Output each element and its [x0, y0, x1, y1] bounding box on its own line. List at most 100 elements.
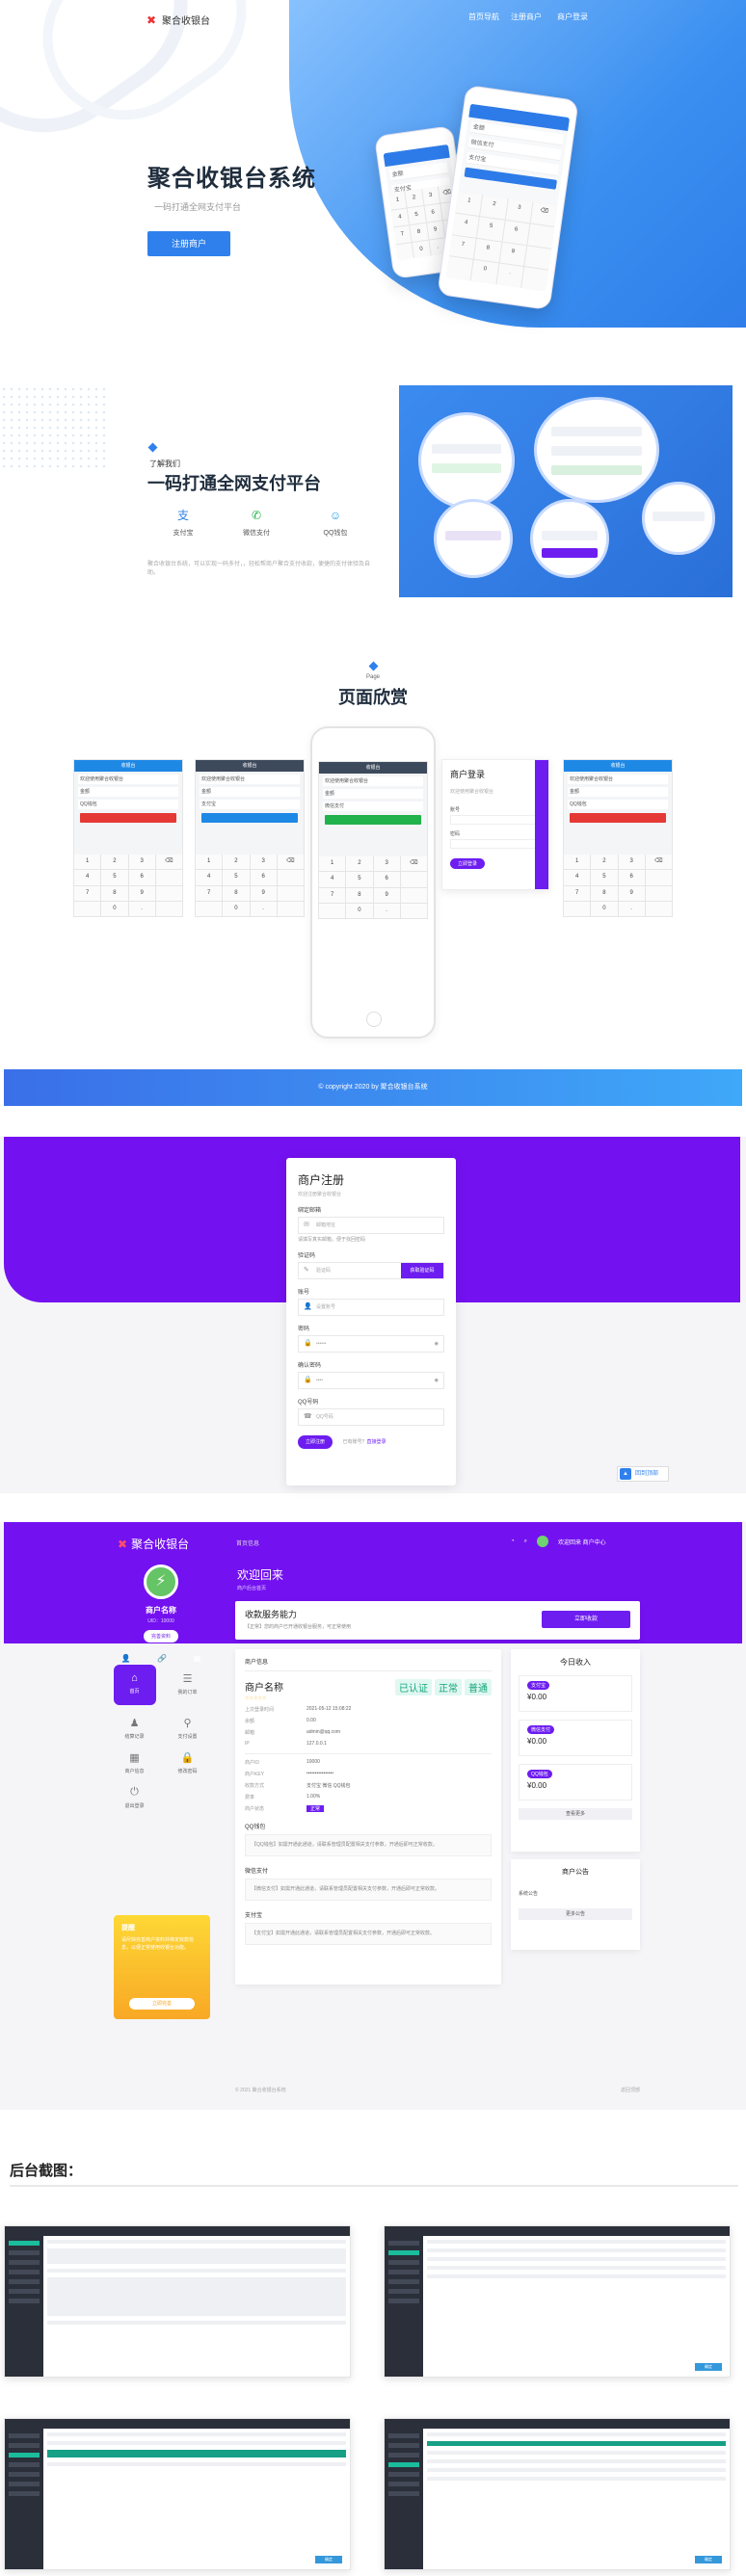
- keypad-key[interactable]: 4: [74, 870, 101, 885]
- login-pass-input[interactable]: [450, 839, 541, 849]
- keypad-key[interactable]: 7: [319, 887, 346, 903]
- confirm-password-field[interactable]: 🔒 •••• ◉: [298, 1372, 444, 1389]
- keypad-key[interactable]: [277, 870, 304, 885]
- footer-link[interactable]: 返回顶部: [621, 2087, 640, 2093]
- keypad-key[interactable]: 1: [74, 854, 101, 870]
- reminder-button[interactable]: 立即完善: [129, 1998, 195, 2010]
- income-more-button[interactable]: 查看更多: [519, 1808, 632, 1820]
- keypad-key[interactable]: 4: [319, 872, 346, 887]
- keypad-key[interactable]: 4: [390, 208, 410, 227]
- nav-register[interactable]: 注册商户: [511, 12, 542, 22]
- keypad-key[interactable]: 8: [346, 887, 373, 903]
- keypad-key[interactable]: [155, 901, 182, 916]
- keypad-key[interactable]: 6: [502, 220, 530, 245]
- keypad-key[interactable]: 2: [346, 856, 373, 872]
- keypad-key[interactable]: 0: [470, 259, 498, 285]
- keypad-key[interactable]: 9: [373, 887, 400, 903]
- menu-item-merchant-info[interactable]: ▦ 商户信息: [108, 1751, 161, 1774]
- login-link[interactable]: 直接登录: [366, 1439, 386, 1445]
- keypad-key[interactable]: .: [128, 901, 155, 916]
- keypad-key[interactable]: [277, 885, 304, 901]
- keypad-key[interactable]: ⌫: [155, 854, 182, 870]
- keypad-key[interactable]: 9: [618, 885, 645, 901]
- keypad-key[interactable]: 6: [250, 870, 277, 885]
- keypad-key[interactable]: 5: [101, 870, 128, 885]
- keypad-key[interactable]: 1: [196, 854, 223, 870]
- keypad-key[interactable]: 4: [564, 870, 591, 885]
- notice-item[interactable]: 系统公告: [519, 1890, 632, 1897]
- keypad-key[interactable]: [395, 243, 414, 261]
- pagination-button[interactable]: 确定: [695, 2363, 722, 2371]
- keypad-key[interactable]: 6: [373, 872, 400, 887]
- pagination-button[interactable]: 确定: [695, 2556, 722, 2563]
- capability-button[interactable]: 立即收款: [542, 1611, 630, 1628]
- user-icon[interactable]: 👤: [121, 1654, 131, 1663]
- user-label[interactable]: 欢迎回来 商户中心: [558, 1538, 606, 1546]
- keypad-key[interactable]: [319, 903, 346, 918]
- keypad-key[interactable]: 8: [591, 885, 618, 901]
- keypad-key[interactable]: [645, 885, 672, 901]
- keypad-key[interactable]: 4: [196, 870, 223, 885]
- keypad-key[interactable]: [520, 267, 548, 292]
- keypad-key[interactable]: 8: [223, 885, 250, 901]
- keypad-key[interactable]: .: [250, 901, 277, 916]
- keypad-key[interactable]: 1: [564, 854, 591, 870]
- menu-item-password[interactable]: 🔒 修改密码: [161, 1751, 214, 1774]
- menu-item-settlement[interactable]: ♟ 结算记录: [108, 1717, 161, 1740]
- keypad-key[interactable]: ⌫: [530, 201, 558, 226]
- keypad-key[interactable]: 0: [223, 901, 250, 916]
- keypad-key[interactable]: 6: [128, 870, 155, 885]
- keypad-key[interactable]: .: [373, 903, 400, 918]
- keypad-key[interactable]: 2: [101, 854, 128, 870]
- keypad-key[interactable]: 5: [477, 216, 505, 241]
- menu-item-logout[interactable]: ⏻ 退出登录: [108, 1786, 161, 1809]
- keypad-key[interactable]: [527, 223, 555, 249]
- keypad-key[interactable]: ⌫: [400, 856, 427, 872]
- keypad-key[interactable]: 2: [405, 189, 423, 208]
- keypad-key[interactable]: 5: [407, 206, 426, 225]
- grid-icon[interactable]: ▦: [194, 1654, 201, 1663]
- keypad-key[interactable]: ⌫: [645, 854, 672, 870]
- keypad-key[interactable]: [400, 903, 427, 918]
- keypad-key[interactable]: 9: [426, 221, 445, 240]
- keypad-key[interactable]: 0: [591, 901, 618, 916]
- send-code-button[interactable]: 获取验证码: [401, 1263, 443, 1278]
- keypad-key[interactable]: [196, 901, 223, 916]
- keypad-key[interactable]: [155, 885, 182, 901]
- keypad-key[interactable]: 7: [564, 885, 591, 901]
- keypad-key[interactable]: 9: [498, 242, 527, 267]
- account-field[interactable]: 👤 设置账号: [298, 1299, 444, 1316]
- keypad-key[interactable]: [155, 870, 182, 885]
- keypad-key[interactable]: 8: [410, 223, 428, 242]
- keypad-key[interactable]: [74, 901, 101, 916]
- keypad-key[interactable]: 3: [250, 854, 277, 870]
- qq-field[interactable]: ☎ QQ号码: [298, 1408, 444, 1426]
- keypad-key[interactable]: 7: [74, 885, 101, 901]
- dashboard-logo[interactable]: ✖ 聚合收银台: [118, 1536, 189, 1552]
- keypad-key[interactable]: 8: [474, 238, 502, 263]
- avatar[interactable]: [537, 1536, 548, 1547]
- keypad-key[interactable]: [523, 245, 552, 270]
- keypad-key[interactable]: ⌫: [277, 854, 304, 870]
- keypad-key[interactable]: 5: [591, 870, 618, 885]
- keypad-key[interactable]: [645, 901, 672, 916]
- keypad-key[interactable]: 6: [424, 203, 442, 223]
- keypad-key[interactable]: 2: [480, 195, 508, 220]
- keypad-key[interactable]: 4: [452, 213, 480, 238]
- back-to-top-button[interactable]: ▲ 回到顶部: [617, 1466, 669, 1482]
- email-field[interactable]: ✉ 邮箱地址: [298, 1217, 444, 1234]
- keypad-key[interactable]: [400, 887, 427, 903]
- keypad-key[interactable]: 1: [455, 191, 483, 216]
- link-icon[interactable]: 🔗: [157, 1654, 167, 1663]
- keypad-key[interactable]: 1: [319, 856, 346, 872]
- bell-icon[interactable]: ◔: [511, 1538, 515, 1544]
- nav-home[interactable]: 首页导航: [468, 12, 499, 22]
- keypad-key[interactable]: 3: [421, 186, 440, 205]
- search-icon[interactable]: ⌕: [524, 1538, 527, 1545]
- menu-item-home[interactable]: ⌂ 首页: [108, 1665, 161, 1705]
- password-field[interactable]: 🔒 •••••• ◉: [298, 1335, 444, 1353]
- login-button[interactable]: 立即登录: [450, 858, 486, 869]
- keypad-key[interactable]: [564, 901, 591, 916]
- menu-item-orders[interactable]: ☰ 我的订单: [161, 1665, 214, 1705]
- keypad-key[interactable]: 2: [591, 854, 618, 870]
